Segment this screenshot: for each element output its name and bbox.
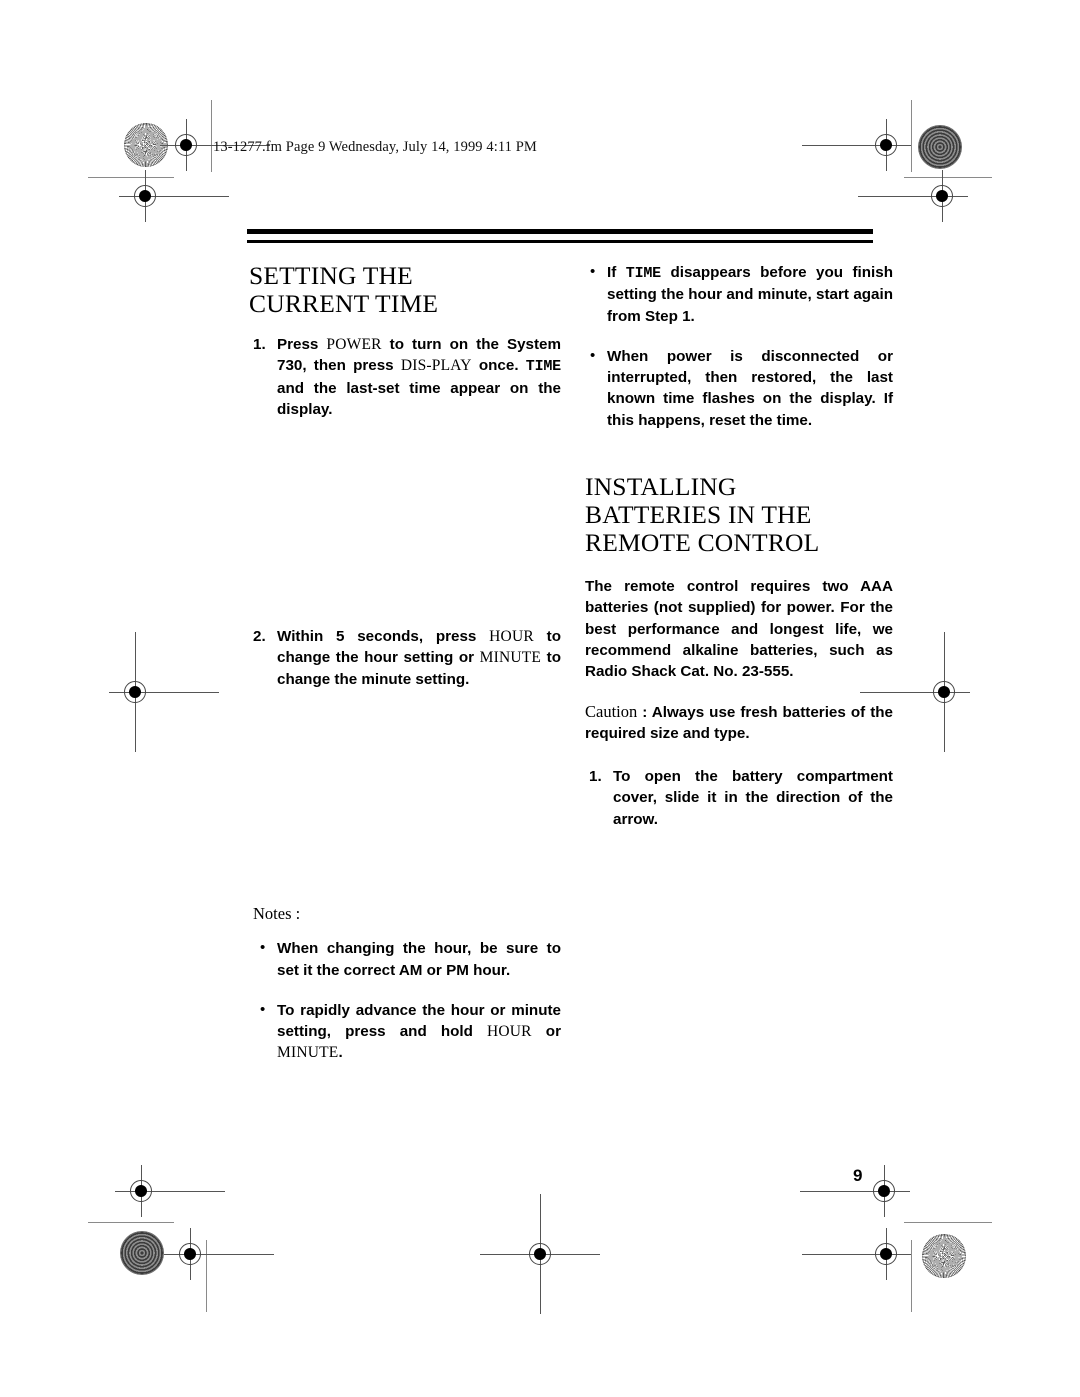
running-header: 13-1277.fm Page 9 Wednesday, July 14, 19…: [213, 139, 537, 155]
caution-separator: :: [637, 703, 652, 721]
section-title-line-2: BATTERIES IN THE: [585, 500, 812, 530]
header-rule-thin: [247, 240, 873, 243]
note-text: When changing the hour, be sure to set i…: [277, 940, 561, 979]
step-text-part-4: and the last-set time appear on the disp…: [277, 379, 561, 418]
key-name-hour: HOUR: [489, 628, 534, 646]
trim-line-lower-left-horizontal: [88, 1222, 174, 1223]
caution-label: Caution: [585, 701, 638, 721]
notes-list: • When changing the hour, be sure to set …: [249, 938, 561, 1063]
trim-line-upper-left-horizontal: [88, 177, 174, 178]
starburst-mark-bottom-right: [922, 1234, 966, 1278]
starburst-mark-bottom-left: [120, 1231, 164, 1275]
caution-note: Caution : Always use fresh batteries of …: [585, 701, 893, 745]
trim-line-lower-right-horizontal: [904, 1222, 992, 1223]
key-name-power: POWER: [326, 336, 382, 353]
header-rule-thick: [247, 229, 873, 234]
body-paragraph: The remote control requires two AAA batt…: [585, 578, 893, 681]
right-column: • If TIME disappears before you finish se…: [585, 262, 893, 830]
trim-line-bottom-left-vertical: [206, 1240, 207, 1312]
step-item: 1. Press POWER to turn on the System 730,…: [249, 334, 561, 420]
lcd-indicator-time: TIME: [625, 265, 661, 282]
battery-steps-list: 1. To open the battery compartment cover,…: [585, 766, 893, 830]
step-text: To open the battery compartment cover, s…: [613, 768, 893, 828]
note-item: • To rapidly advance the hour or minute s…: [249, 1000, 561, 1064]
section-title-line-2: CURRENT TIME: [249, 289, 439, 318]
section-title-line-1: INSTALLING: [585, 472, 737, 502]
notes-block: Notes : • When changing the hour, be sure…: [249, 903, 561, 1064]
step-number: 2.: [253, 628, 266, 646]
bullet-text: When power is disconnected or interrupte…: [607, 347, 893, 429]
trim-line-bottom-right-vertical: [911, 1240, 912, 1312]
key-name-display: DIS-PLAY: [400, 357, 472, 375]
bullet-item: • When power is disconnected or interrupt…: [585, 346, 893, 431]
section-title-setting-current-time: SETTING THE CURRENT TIME: [249, 262, 561, 318]
key-name-hour: HOUR: [486, 1023, 532, 1041]
page-number: 9: [853, 1166, 863, 1185]
section-title-installing-batteries: INSTALLING BATTERIES IN THE REMOTE CONTR…: [585, 473, 893, 557]
step-number: 1.: [589, 768, 602, 786]
bullet-item: • If TIME disappears before you finish se…: [585, 262, 893, 327]
key-name-minute: MINUTE: [277, 1044, 339, 1062]
lcd-indicator-time: TIME: [525, 358, 561, 376]
notes-label: Notes :: [253, 904, 301, 923]
note-text-part-2: or: [531, 1023, 561, 1041]
starburst-mark-top-right: [918, 125, 962, 169]
step-text-part-3: once.: [471, 357, 526, 375]
document-page: 13-1277.fm Page 9 Wednesday, July 14, 19…: [0, 0, 1080, 1397]
step-number: 1.: [253, 336, 266, 353]
step-text-part-1: Press: [277, 336, 327, 353]
step-item: 1. To open the battery compartment cover,…: [585, 766, 893, 830]
left-column: SETTING THE CURRENT TIME 1. Press POWER t…: [249, 262, 561, 690]
bullet-icon: •: [260, 1000, 266, 1018]
bullet-text-part-1: If: [607, 264, 626, 281]
bullet-icon: •: [590, 346, 596, 364]
bullet-icon: •: [260, 939, 266, 957]
step-item: 2. Within 5 seconds, press HOUR to change…: [249, 626, 561, 690]
note-item: • When changing the hour, be sure to set …: [249, 938, 561, 981]
step-text-part-1: Within 5 seconds, press: [277, 628, 490, 646]
trim-line-top-right-vertical: [911, 100, 912, 172]
trim-line-top-left-vertical: [211, 100, 212, 172]
section-title-line-3: REMOTE CONTROL: [585, 528, 820, 558]
section-title-line-1: SETTING THE: [249, 261, 413, 290]
key-name-minute: MINUTE: [479, 649, 542, 667]
note-text-part-3: .: [338, 1044, 343, 1062]
bullet-icon: •: [590, 263, 596, 280]
trim-line-upper-right-horizontal: [904, 177, 992, 178]
